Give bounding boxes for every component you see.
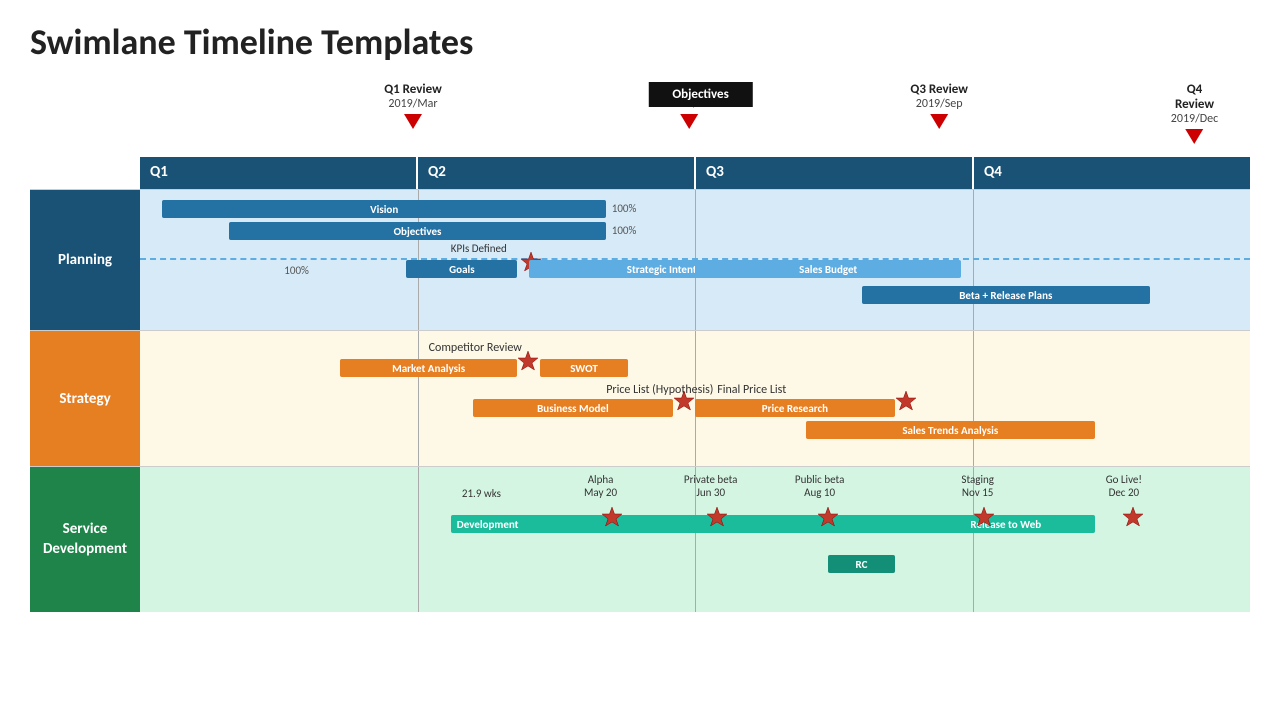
sales-budget-bar: Sales Budget <box>695 260 961 278</box>
wks-label: 21.9 wks <box>462 487 501 500</box>
objectives-pct: 100% <box>612 224 637 237</box>
quarter-q3: Q3 <box>696 157 974 189</box>
strategy-q3-vline <box>973 331 974 466</box>
quarter-q1: Q1 <box>140 157 418 189</box>
price-list-hyp-label: Price List (Hypothesis) <box>606 383 713 397</box>
public-beta-star <box>817 506 839 533</box>
q2-review-arrow <box>680 114 698 129</box>
q3-review-date: 2019/Sep <box>910 97 968 111</box>
strategy-label: Strategy <box>30 331 140 466</box>
swot-bar: SWOT <box>540 359 629 377</box>
market-star <box>517 350 539 377</box>
competitor-review-label: Competitor Review <box>429 341 522 355</box>
staging-label: StagingNov 15 <box>961 473 994 499</box>
beta-release-bar: Beta + Release Plans <box>862 286 1151 304</box>
objectives-bar: Objectives <box>229 222 606 240</box>
q3-review-milestone: Q3 Review 2019/Sep <box>910 82 968 129</box>
market-analysis-bar: Market Analysis <box>340 359 518 377</box>
vision-bar: Vision <box>162 200 606 218</box>
page-title: Swimlane Timeline Templates <box>30 20 1250 64</box>
q4-review-label: Q4 Review <box>1167 82 1223 112</box>
final-price-label: Final Price List <box>717 383 786 397</box>
sales-trends-bar: Sales Trends Analysis <box>806 421 1095 439</box>
strategy-swimlane: Strategy Competitor Review Market Analys… <box>30 330 1250 466</box>
q3-vline <box>973 190 974 330</box>
golive-label: Go Live!Dec 20 <box>1106 473 1142 499</box>
quarter-header: Q1 Q2 Q3 Q4 <box>140 157 1250 189</box>
price-research-star <box>895 390 917 417</box>
quarter-q4: Q4 <box>974 157 1250 189</box>
rc-bar: RC <box>828 555 895 573</box>
service-label: ServiceDevelopment <box>30 467 140 612</box>
goals-bar: Goals <box>406 260 517 278</box>
q1-review-arrow <box>404 114 422 129</box>
alpha-label: AlphaMay 20 <box>584 473 617 499</box>
planning-label: Planning <box>30 190 140 330</box>
service-swimlane: ServiceDevelopment 21.9 wks AlphaMay 20 … <box>30 466 1250 612</box>
q3-review-label: Q3 Review <box>910 82 968 97</box>
q3-review-arrow <box>930 114 948 129</box>
private-beta-star <box>706 506 728 533</box>
business-model-bar: Business Model <box>473 399 673 417</box>
service-q1-vline <box>418 467 419 612</box>
q1-review-label: Q1 Review <box>384 82 442 97</box>
goals-pct-label: 100% <box>284 264 309 277</box>
q4-review-milestone: Q4 Review 2019/Dec <box>1167 82 1223 144</box>
kpis-label: KPIs Defined <box>451 242 507 255</box>
business-star <box>673 390 695 417</box>
development-bar: Development <box>451 515 939 533</box>
public-beta-label: Public betaAug 10 <box>795 473 844 499</box>
q4-review-date: 2019/Dec <box>1167 112 1223 126</box>
q1-review-milestone: Q1 Review 2019/Mar <box>384 82 442 129</box>
objectives-box: Objectives <box>648 82 752 107</box>
swimlanes-container: Planning Vision 100% Objectives 100% <box>30 189 1250 612</box>
private-beta-label: Private betaJun 30 <box>684 473 738 499</box>
price-research-bar: Price Research <box>695 399 895 417</box>
page: Swimlane Timeline Templates Objectives Q… <box>0 0 1280 632</box>
staging-star <box>973 506 995 533</box>
planning-content: Vision 100% Objectives 100% KPIs Defined… <box>140 190 1250 330</box>
planning-swimlane: Planning Vision 100% Objectives 100% <box>30 189 1250 330</box>
strategy-q1-vline <box>418 331 419 466</box>
q4-review-arrow <box>1186 129 1204 144</box>
golive-star <box>1122 506 1144 533</box>
service-content: 21.9 wks AlphaMay 20 Private betaJun 30 … <box>140 467 1250 612</box>
release-to-web-bar: Release to Web <box>917 515 1095 533</box>
strategy-content: Competitor Review Market Analysis SWOT P… <box>140 331 1250 466</box>
alpha-star <box>601 506 623 533</box>
quarter-q2: Q2 <box>418 157 696 189</box>
q1-review-date: 2019/Mar <box>384 97 442 111</box>
vision-pct: 100% <box>612 202 637 215</box>
